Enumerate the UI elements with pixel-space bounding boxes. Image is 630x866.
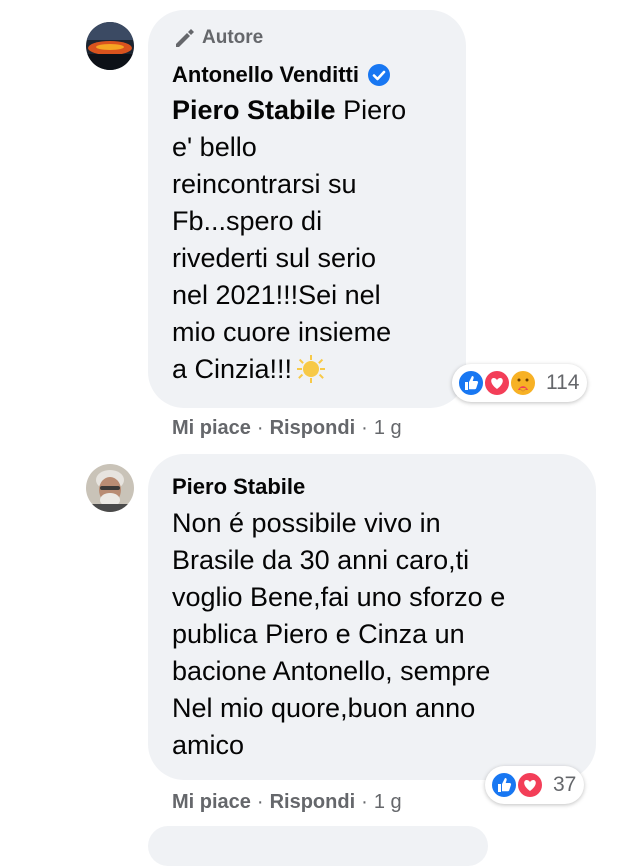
comment-line: rivederti sul serio <box>172 243 377 273</box>
comment-text-2: Non é possibile vivo in Brasile da 30 an… <box>172 505 505 764</box>
reactions-summary-1[interactable]: 114 <box>452 364 588 402</box>
comment-line: nel 2021!!!Sei nel <box>172 280 381 310</box>
comment-line: bacione Antonello, sempre <box>172 656 491 686</box>
comment-line: e' bello <box>172 132 257 162</box>
avatar-image <box>86 22 134 70</box>
timestamp[interactable]: 1 g <box>374 417 402 440</box>
comment-text-1: Piero Stabile Piero e' bello reincontrar… <box>172 92 406 388</box>
reply-button[interactable]: Rispondi <box>270 417 356 440</box>
pencil-icon <box>176 29 194 47</box>
comment-line: amico <box>172 730 245 760</box>
separator-dot: · <box>361 417 368 439</box>
reaction-count: 114 <box>546 371 580 394</box>
comment-actions-2: Mi piace · Rispondi · 1 g <box>172 791 402 814</box>
comment-line: Non é possibile vivo in <box>172 508 441 538</box>
author-name-text[interactable]: Piero Stabile <box>172 474 305 500</box>
comment-line: Brasile da 30 anni caro,ti <box>172 545 470 575</box>
comment-line: Nel mio quore,buon anno <box>172 693 476 723</box>
comment-line: voglio Bene,fai uno sforzo e <box>172 582 506 612</box>
comment-line: Piero Stabile Piero <box>172 92 406 129</box>
comment-author-name[interactable]: Antonello Venditti <box>172 62 391 88</box>
separator-dot: · <box>256 417 264 439</box>
comment-line: publica Piero e Cinza un <box>172 619 465 649</box>
author-name-text[interactable]: Antonello Venditti <box>172 62 359 88</box>
comment-line: reincontrarsi su <box>172 169 357 199</box>
like-button[interactable]: Mi piace <box>172 791 251 814</box>
separator-dot: · <box>256 791 264 813</box>
avatar-antonello-venditti[interactable] <box>86 22 134 70</box>
author-badge: Autore <box>172 26 263 50</box>
comment-line-text: Piero <box>335 95 407 125</box>
mention-link[interactable]: Piero Stabile <box>172 95 336 125</box>
comment-line: Fb...spero di <box>172 206 323 236</box>
comment-line-text: a Cinzia!!! <box>172 354 293 384</box>
comment-actions-1: Mi piace · Rispondi · 1 g <box>172 417 402 440</box>
separator-dot: · <box>361 791 368 813</box>
next-comment-bubble <box>148 826 488 866</box>
comment-author-name[interactable]: Piero Stabile <box>172 474 305 500</box>
comment-line-last: a Cinzia!!! <box>172 351 406 388</box>
reactions-summary-2[interactable]: 37 <box>485 766 585 804</box>
author-badge-label: Autore <box>202 27 264 48</box>
timestamp[interactable]: 1 g <box>374 791 402 814</box>
care-icon <box>509 369 537 397</box>
love-icon <box>516 771 544 799</box>
avatar-image <box>86 464 134 512</box>
comment-line: mio cuore insieme <box>172 317 392 347</box>
sun-emoji-icon <box>297 355 326 383</box>
verified-badge-icon <box>368 64 390 86</box>
reply-button[interactable]: Rispondi <box>270 791 356 814</box>
avatar-piero-stabile[interactable] <box>86 464 134 512</box>
like-button[interactable]: Mi piace <box>172 417 251 440</box>
reaction-count: 37 <box>553 773 577 796</box>
